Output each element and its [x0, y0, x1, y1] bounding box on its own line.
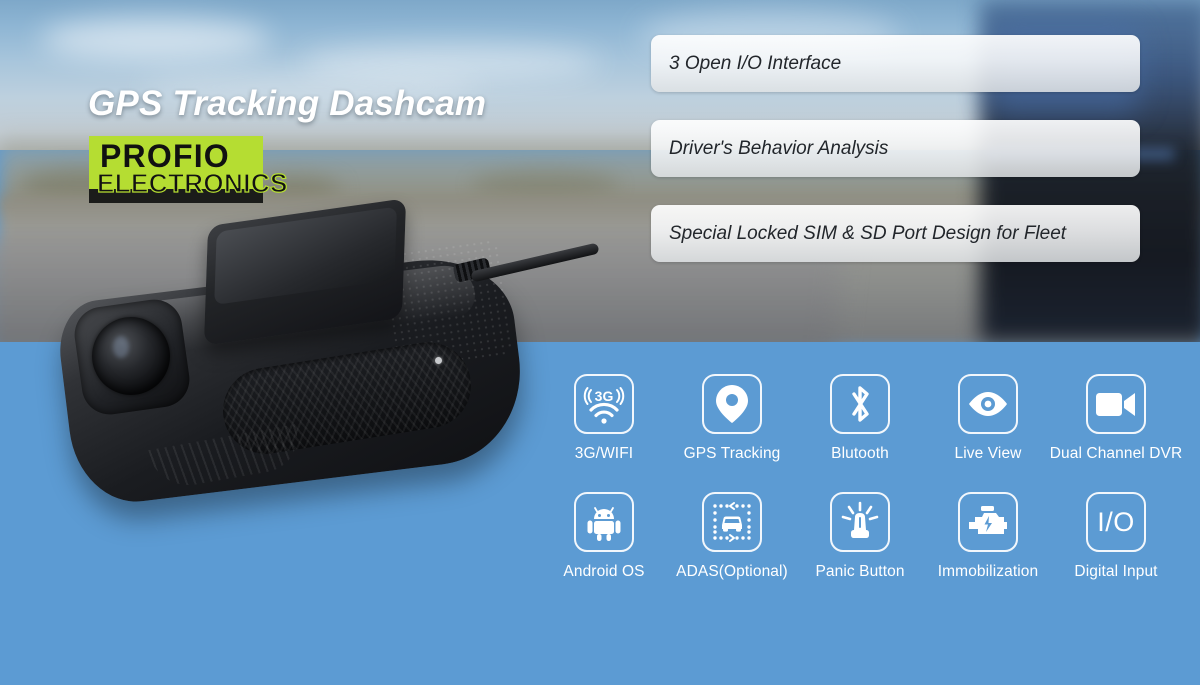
icon-row-spacer: [540, 463, 1180, 492]
feature-icon-label: Dual Channel DVR: [1049, 445, 1183, 462]
siren-icon: [830, 492, 890, 552]
feature-icon-item-panic-button[interactable]: Panic Button: [796, 492, 924, 581]
feature-pill[interactable]: Special Locked SIM & SD Port Design for …: [651, 205, 1140, 262]
map-pin-icon: [702, 374, 762, 434]
eye-icon: [958, 374, 1018, 434]
brand-logo: PROFIO ELECTRONICS: [89, 136, 288, 203]
feature-icon-item-android-os[interactable]: Android OS: [540, 492, 668, 581]
feature-icon-item-adas[interactable]: ADAS(Optional): [668, 492, 796, 581]
logo-wordmark-secondary: ELECTRONICS: [96, 167, 288, 198]
dashcam-product-image: [30, 198, 600, 535]
android-icon: [574, 492, 634, 552]
dashcam-camera-lens: [92, 317, 170, 395]
io-icon: I/O: [1086, 492, 1146, 552]
feature-icon-label: Digital Input: [1074, 563, 1158, 580]
feature-icon-label: Live View: [954, 445, 1022, 462]
feature-pill-list: 3 Open I/O Interface Driver's Behavior A…: [651, 35, 1140, 290]
feature-icon-item-live-view[interactable]: Live View: [924, 374, 1052, 463]
feature-icon-row: 3G 3G/WIFI GPS Tracking Blutooth Live Vi…: [540, 374, 1183, 463]
feature-icon-label: Immobilization: [937, 563, 1039, 580]
adas-car-icon: [702, 492, 762, 552]
cloud: [40, 18, 270, 60]
bluetooth-icon: [830, 374, 890, 434]
feature-pill[interactable]: 3 Open I/O Interface: [651, 35, 1140, 92]
logo-green-plate: PROFIO ELECTRONICS: [89, 136, 288, 199]
feature-icon-item-digital-input[interactable]: I/O Digital Input: [1052, 492, 1180, 581]
feature-icon-label: Android OS: [563, 563, 645, 580]
feature-icon-item-3g-wifi[interactable]: 3G 3G/WIFI: [540, 374, 668, 463]
svg-text:3G: 3G: [595, 388, 614, 404]
3g-wifi-icon: 3G: [574, 374, 634, 434]
feature-icon-label: GPS Tracking: [683, 445, 781, 462]
dashcam-indicator-led: [435, 357, 442, 364]
feature-icon-label: Panic Button: [815, 563, 905, 580]
io-icon-text: I/O: [1097, 506, 1135, 537]
feature-icon-grid: 3G 3G/WIFI GPS Tracking Blutooth Live Vi…: [540, 374, 1183, 581]
feature-icon-row: Android OS ADAS(Optional) Panic Button I…: [540, 492, 1180, 581]
page-title: GPS Tracking Dashcam: [88, 84, 487, 123]
feature-pill-label: Special Locked SIM & SD Port Design for …: [669, 222, 1067, 244]
feature-icon-label: 3G/WIFI: [574, 445, 634, 462]
product-banner: GPS Tracking Dashcam PROFIO ELECTRONICS …: [0, 0, 1200, 685]
video-camera-icon: [1086, 374, 1146, 434]
engine-bolt-icon: [958, 492, 1018, 552]
feature-icon-item-dual-channel-dvr[interactable]: Dual Channel DVR: [1049, 374, 1183, 463]
feature-pill-label: 3 Open I/O Interface: [669, 52, 842, 74]
feature-icon-item-gps-tracking[interactable]: GPS Tracking: [668, 374, 796, 463]
feature-icon-label: ADAS(Optional): [676, 563, 788, 580]
feature-pill-label: Driver's Behavior Analysis: [669, 137, 889, 159]
feature-icon-label: Blutooth: [831, 445, 889, 462]
feature-icon-item-immobilization[interactable]: Immobilization: [924, 492, 1052, 581]
feature-pill[interactable]: Driver's Behavior Analysis: [651, 120, 1140, 177]
feature-icon-item-bluetooth[interactable]: Blutooth: [796, 374, 924, 463]
